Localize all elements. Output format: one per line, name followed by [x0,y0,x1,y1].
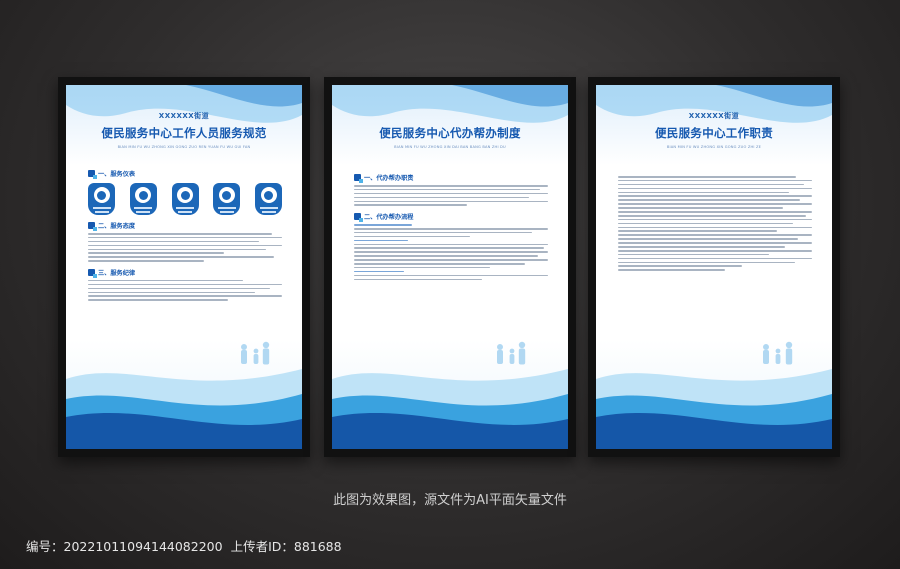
poster-subtitle: XXXXXX街道 [158,112,210,120]
body-text-block [88,279,282,301]
uploader-value: 881688 [293,539,342,554]
section-title: 一、服务仪表 [98,171,136,178]
service-badge-icon [255,183,282,215]
body-text-block [354,185,548,207]
section-marker-icon [354,213,363,223]
poster-frame-1: XXXXXX街道 便民服务中心工作人员服务规范 BIAN MIN FU WU Z… [58,77,310,457]
section-title: 二、代办帮办流程 [364,214,414,222]
service-badge-icon [129,183,157,215]
poster-3: XXXXXX街道 便民服务中心工作职责 BIAN MIN FU WU ZHONG… [596,85,832,449]
poster-title: 便民服务中心工作职责 [655,126,773,140]
id-value: 20221011094144082200 [63,539,223,554]
body-text-block [618,176,812,271]
bottom-wave-decoration [596,341,832,449]
image-info-footer: 编号：20221011094144082200 上传者ID：881688 [26,536,342,555]
section-heading: 一、代办帮办职责 [354,173,548,183]
poster-title: 便民服务中心工作人员服务规范 [101,126,267,140]
section-marker-icon [88,170,97,179]
body-text-block [88,233,282,262]
section-title: 二、服务态度 [98,223,136,230]
service-icon-row [88,183,282,215]
poster-2: 便民服务中心代办帮办制度 BIAN MIN FU WU ZHONG XIN DA… [332,85,568,449]
section-marker-icon [88,268,97,278]
service-badge-icon [88,183,115,215]
poster-title: 便民服务中心代办帮办制度 [379,126,521,140]
section-title: 一、代办帮办职责 [364,175,414,182]
section-heading: 一、服务仪表 [88,169,282,179]
section-heading: 三、服务纪律 [88,268,282,278]
section-heading: 二、服务态度 [88,221,282,231]
section-marker-icon [88,222,97,231]
uploader-label: 上传者ID： [230,539,294,554]
service-badge-icon [171,183,199,215]
bottom-wave-decoration [66,341,302,449]
poster-1: XXXXXX街道 便民服务中心工作人员服务规范 BIAN MIN FU WU Z… [66,85,302,449]
bottom-wave-decoration [332,341,568,449]
section-marker-icon [354,174,363,183]
poster-pinyin: BIAN MIN FU WU ZHONG XIN GONG ZUO REN YU… [117,145,251,149]
poster-subtitle: XXXXXX街道 [688,112,740,120]
body-text-block [354,224,548,281]
poster-frame-3: XXXXXX街道 便民服务中心工作职责 BIAN MIN FU WU ZHONG… [588,77,840,457]
poster-pinyin: BIAN MIN FU WU ZHONG XIN DAI BAN BANG BA… [394,145,506,149]
preview-caption: 此图为效果图，源文件为AI平面矢量文件 [333,493,567,508]
section-title: 三、服务纪律 [98,269,136,277]
poster-pinyin: BIAN MIN FU WU ZHONG XIN GONG ZUO ZHI ZE [666,145,762,149]
poster-frame-2: 便民服务中心代办帮办制度 BIAN MIN FU WU ZHONG XIN DA… [324,77,576,457]
section-heading: 二、代办帮办流程 [354,212,548,223]
service-badge-icon [213,183,241,215]
id-label: 编号： [26,539,64,554]
